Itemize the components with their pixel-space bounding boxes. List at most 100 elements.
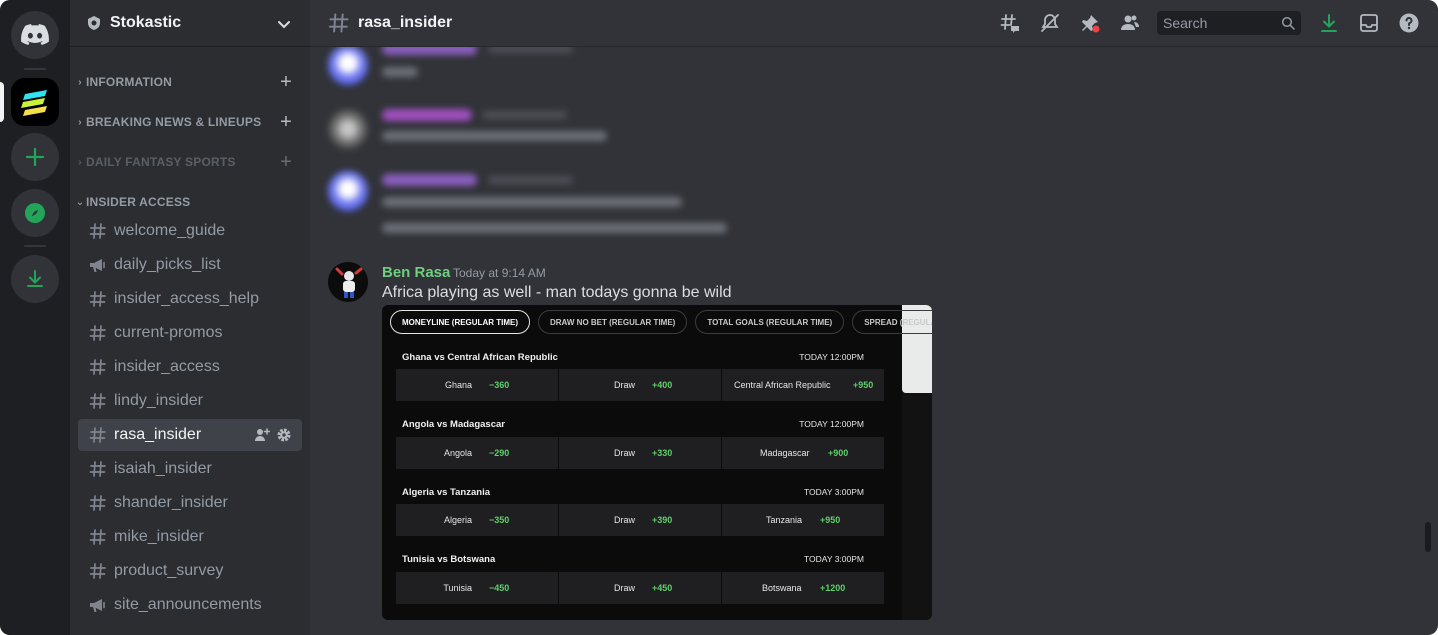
rail-separator: [24, 245, 46, 247]
channel-product-survey[interactable]: product_survey: [78, 555, 302, 587]
message-list: Ben Rasa Today at 9:14 AM Africa playing…: [310, 47, 1438, 635]
avatar[interactable]: [328, 262, 368, 302]
team-name: Central African Republic: [734, 380, 831, 390]
download-icon[interactable]: [1317, 11, 1341, 35]
category-label: INFORMATION: [86, 75, 172, 89]
odds-value: +950: [853, 380, 874, 390]
channel-label: current-promos: [114, 324, 223, 341]
text-channel-icon: [88, 494, 108, 512]
channel-label: product_survey: [114, 562, 224, 579]
odds-cell-draw: Draw +330: [559, 437, 721, 469]
chevron-right-icon: ›: [78, 156, 82, 168]
odds-value: +1200: [820, 583, 846, 593]
odds-cell-draw: Draw +400: [559, 369, 721, 401]
text-channel-icon: [328, 12, 350, 39]
odds-cell-home: Tunisia −450: [396, 572, 558, 604]
category-insider-access[interactable]: ⌄ INSIDER ACCESS: [74, 192, 298, 212]
create-channel-icon[interactable]: +: [280, 112, 292, 132]
tab-draw-no-bet: DRAW NO BET (REGULAR TIME): [538, 310, 688, 334]
blurred-timestamp: [488, 176, 573, 184]
create-channel-icon[interactable]: +: [280, 72, 292, 92]
category-information[interactable]: › INFORMATION +: [74, 72, 298, 92]
chevron-right-icon: ›: [78, 76, 82, 88]
announcement-channel-icon: [88, 256, 108, 274]
text-channel-icon: [88, 290, 108, 308]
channel-site-announcements[interactable]: site_announcements: [78, 589, 302, 621]
odds-cell-draw: Draw +450: [559, 572, 721, 604]
odds-value: +330: [652, 448, 673, 458]
odds-value: +900: [828, 448, 849, 458]
text-channel-icon: [88, 528, 108, 546]
chevron-right-icon: ›: [78, 116, 82, 128]
team-name: Botswana: [762, 583, 802, 593]
blurred-text: [382, 67, 418, 77]
add-server-button[interactable]: [11, 133, 59, 181]
team-name: Tanzania: [766, 515, 803, 525]
category-daily-fantasy[interactable]: › DAILY FANTASY SPORTS +: [74, 152, 298, 172]
help-icon[interactable]: [1397, 11, 1421, 35]
pinned-messages-icon[interactable]: [1078, 11, 1102, 35]
channel-insider-access[interactable]: insider_access: [78, 351, 302, 383]
tab-total-goals: TOTAL GOALS (REGULAR TIME): [695, 310, 845, 334]
odds-cell-away: Madagascar +900: [722, 437, 884, 469]
blurred-username: [382, 47, 477, 55]
channel-isaiah-insider[interactable]: isaiah_insider: [78, 453, 302, 485]
odds-value: +950: [820, 515, 841, 525]
scrollbar-thumb[interactable]: [1425, 522, 1431, 552]
message-content: Africa playing as well - man todays gonn…: [382, 284, 732, 301]
odds-value: +390: [652, 515, 673, 525]
channel-rasa-insider[interactable]: rasa_insider: [78, 419, 302, 451]
channel-current-promos[interactable]: current-promos: [78, 317, 302, 349]
odds-value: +400: [652, 380, 673, 390]
channel-label: insider_access_help: [114, 290, 259, 307]
text-channel-icon: [88, 460, 108, 478]
channel-label: lindy_insider: [114, 392, 203, 409]
inbox-icon[interactable]: [1357, 11, 1381, 35]
channel-label: welcome_guide: [114, 222, 226, 239]
tab-moneyline: MONEYLINE (REGULAR TIME): [390, 310, 530, 334]
odds-cell-home: Algeria −350: [396, 504, 558, 536]
create-channel-icon[interactable]: +: [280, 152, 292, 172]
odds-row: Tunisia −450 Draw +450 Botswana +1200: [396, 572, 884, 604]
attachment-image[interactable]: MONEYLINE (REGULAR TIME) DRAW NO BET (RE…: [382, 305, 932, 620]
threads-icon[interactable]: [998, 11, 1022, 35]
blurred-text: [382, 223, 727, 233]
explore-servers-button[interactable]: [11, 189, 59, 237]
odds-value: +450: [652, 583, 673, 593]
odds-row: Algeria −350 Draw +390 Tanzania +950: [396, 504, 884, 536]
channel-shander-insider[interactable]: shander_insider: [78, 487, 302, 519]
download-icon: [27, 270, 43, 287]
download-apps-button[interactable]: [11, 255, 59, 303]
tab-spread: SPREAD (REGULAR TIME): [852, 310, 932, 334]
odds-value: −360: [489, 380, 510, 390]
odds-value: −450: [489, 583, 510, 593]
invite-people-icon[interactable]: [254, 427, 270, 443]
mute-notifications-icon[interactable]: [1038, 11, 1062, 35]
member-list-icon[interactable]: [1118, 11, 1142, 35]
chevron-down-icon: ⌄: [75, 196, 85, 208]
active-server-pill: [0, 82, 4, 122]
rail-separator: [24, 68, 46, 70]
search-input[interactable]: Search: [1157, 11, 1301, 35]
channel-label: shander_insider: [114, 494, 228, 511]
channel-label: insider_access: [114, 358, 220, 375]
text-channel-icon: [88, 426, 108, 444]
stokastic-logo-icon: [11, 78, 59, 126]
server-header[interactable]: Stokastic: [70, 0, 310, 47]
channel-insider-access-help[interactable]: insider_access_help: [78, 283, 302, 315]
category-label: BREAKING NEWS & LINEUPS: [86, 115, 262, 129]
channel-title: rasa_insider: [358, 14, 453, 31]
channel-header: rasa_insider Search: [310, 0, 1438, 47]
category-breaking-news[interactable]: › BREAKING NEWS & LINEUPS +: [74, 112, 298, 132]
gear-icon[interactable]: [276, 427, 292, 443]
channel-lindy-insider[interactable]: lindy_insider: [78, 385, 302, 417]
channel-daily-picks-list[interactable]: daily_picks_list: [78, 249, 302, 281]
discord-logo-icon: [21, 24, 49, 45]
message-author[interactable]: Ben Rasa: [382, 264, 450, 281]
text-channel-icon: [88, 324, 108, 342]
channel-mike-insider[interactable]: mike_insider: [78, 521, 302, 553]
server-stokastic-icon[interactable]: [11, 78, 59, 126]
channel-welcome-guide[interactable]: welcome_guide: [78, 215, 302, 247]
team-name: Draw: [613, 380, 635, 390]
home-button[interactable]: [11, 11, 59, 59]
